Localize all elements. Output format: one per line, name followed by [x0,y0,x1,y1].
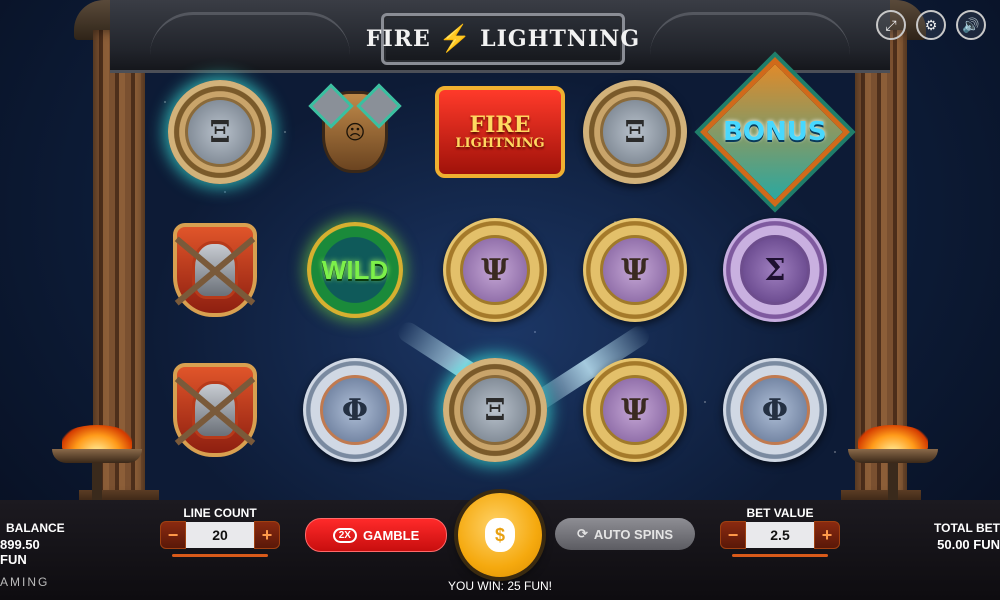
reel-symbol-sigma-coin: Σ [720,215,830,325]
reel-symbol-warrior-shield [160,215,270,325]
auto-spins-icon: ⟳ [576,526,588,541]
balance-label: BALANCE [6,521,65,535]
bet-increase-button[interactable]: + [814,521,840,549]
reel-symbol-psi-coin: Ψ [440,215,550,325]
coin-glyph: Ξ [600,97,670,167]
reel-symbol-green-mask: ☹ [300,77,410,187]
gamble-label: GAMBLE [362,527,420,543]
coin-glyph: Σ [740,235,810,305]
logo-word-lightning: LIGHTNING [480,26,641,52]
sound-icon[interactable]: 🔊 [956,10,986,40]
settings-icon[interactable]: ⚙ [916,10,946,40]
coin-glyph: Ψ [460,235,530,305]
reel-symbol-fire-lightning-emblem: FIRE LIGHTNING [435,77,565,187]
emblem-word-fire: FIRE [469,111,531,138]
coin-glyph: Ξ [460,375,530,445]
top-controls: ⤢ ⚙ 🔊 [876,10,986,40]
fire-lightning-emblem-icon: FIRE LIGHTNING [435,86,565,178]
warrior-shield-icon [161,356,269,464]
reel-grid: Ξ ☹ FIRE LIGHTNING Ξ BONUS WILD Ψ Ψ Σ Φ … [155,57,855,492]
reel-symbol-phi-coin: Φ [720,355,830,465]
sigma-coin-icon: Σ [723,218,827,322]
wild-icon: WILD [307,222,403,318]
xi-coin-icon: Ξ [168,80,272,184]
logo-word-fire: FIRE [365,26,431,52]
reel-symbol-bonus: BONUS [700,57,850,207]
line-count-underline [172,554,268,557]
money-bag-icon: $ [485,518,515,552]
reel-symbol-phi-coin: Φ [300,355,410,465]
reel-symbol-xi-coin: Ξ [580,77,690,187]
reel-symbol-wild: WILD [300,215,410,325]
lightning-bolt-icon: ⚡ [438,24,473,54]
brazier-bowl [52,449,142,463]
fullscreen-icon[interactable]: ⤢ [876,10,906,40]
total-bet-value: 50.00 FUN [937,537,1000,552]
line-count-value: 20 [186,522,254,548]
psi-coin-icon: Ψ [583,218,687,322]
reel-symbol-warrior-shield [160,355,270,465]
bet-value-underline [732,554,828,557]
line-count-decrease-button[interactable]: − [160,521,186,549]
bonus-label: BONUS [723,117,827,147]
spin-button[interactable]: $ [458,493,542,577]
balance-value: 899.50 FUN [0,537,40,567]
coin-glyph: Ξ [185,97,255,167]
coin-glyph: Φ [740,375,810,445]
reel-symbol-xi-coin: Ξ [440,355,550,465]
gamble-button[interactable]: 2X GAMBLE [305,518,447,552]
brazier-bowl [848,449,938,463]
bet-value: 2.5 [746,522,814,548]
brazier-stem [92,463,102,505]
brazier-stem [888,463,898,505]
right-brazier [848,425,938,505]
coin-glyph: Φ [320,375,390,445]
bet-decrease-button[interactable]: − [720,521,746,549]
coin-glyph: Ψ [600,235,670,305]
phi-coin-icon: Φ [303,358,407,462]
auto-spins-button[interactable]: ⟳ AUTO SPINS [555,518,695,550]
reel-symbol-xi-coin: Ξ [165,77,275,187]
psi-coin-icon: Ψ [583,358,687,462]
line-count-stepper: − 20 + [160,520,280,550]
win-message: YOU WIN: 25 FUN! [447,579,552,593]
coin-glyph: Ψ [600,375,670,445]
gamble-multiplier-badge: 2X [332,527,357,543]
left-brazier [52,425,142,505]
game-logo: FIRE ⚡ LIGHTNING [366,13,639,65]
reel-symbol-psi-coin: Ψ [580,215,690,325]
reel-symbol-psi-coin: Ψ [580,355,690,465]
psi-coin-icon: Ψ [443,218,547,322]
line-count-label: LINE COUNT [183,506,257,520]
line-count-increase-button[interactable]: + [254,521,280,549]
emblem-word-lightning: LIGHTNING [455,135,545,151]
xi-coin-icon: Ξ [443,358,547,462]
bet-value-stepper: − 2.5 + [720,520,840,550]
total-bet-label: TOTAL BET [934,521,1000,535]
warrior-shield-icon [161,216,269,324]
bonus-icon: BONUS [700,57,850,207]
brand-text: AMING [0,575,50,589]
auto-spins-label: AUTO SPINS [593,526,674,542]
phi-coin-icon: Φ [723,358,827,462]
bet-value-label: BET VALUE [746,506,814,520]
xi-coin-icon: Ξ [583,80,687,184]
green-mask-icon: ☹ [303,80,407,184]
